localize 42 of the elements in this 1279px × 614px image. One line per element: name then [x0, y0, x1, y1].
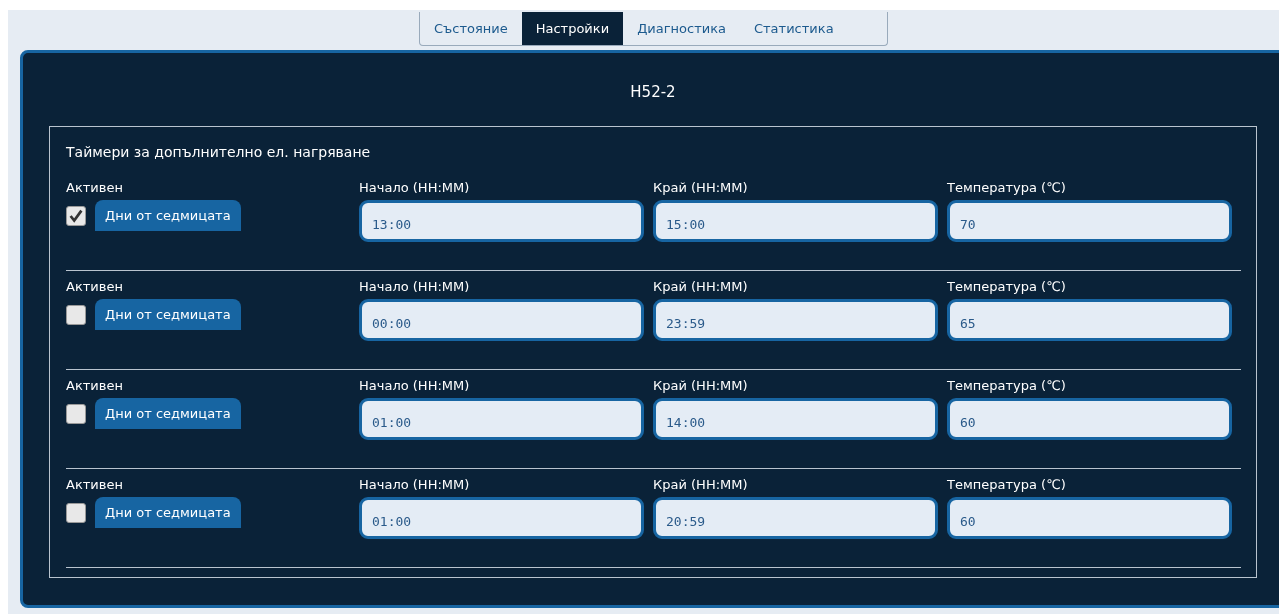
field-label: Температура (℃) — [947, 279, 1067, 296]
input-field[interactable]: 14:00 — [653, 398, 938, 440]
field-label: Край (HH:MM) — [653, 477, 749, 494]
input-field[interactable]: 23:59 — [653, 299, 938, 341]
tab[interactable]: Настройки — [521, 12, 624, 45]
days-button[interactable]: Дни от седмицата — [95, 200, 241, 231]
field-label: Температура (℃) — [947, 180, 1067, 197]
field-label: Край (HH:MM) — [653, 378, 749, 395]
days-button[interactable]: Дни от седмицата — [95, 398, 241, 429]
input-field[interactable]: 01:00 — [359, 497, 644, 539]
field-label: Начало (HH:MM) — [359, 477, 471, 494]
tab[interactable]: Диагностика — [623, 12, 740, 45]
input-field[interactable]: 65 — [947, 299, 1232, 341]
panel-title: H52-2 — [629, 83, 677, 101]
active-checkbox[interactable] — [66, 206, 86, 226]
field-label: Активен — [66, 378, 124, 395]
input-field[interactable]: 60 — [947, 398, 1232, 440]
days-button[interactable]: Дни от седмицата — [95, 299, 241, 330]
field-label: Активен — [66, 477, 124, 494]
field-label: Активен — [66, 279, 124, 296]
tab[interactable]: Статистика — [739, 12, 848, 45]
field-label: Край (HH:MM) — [653, 279, 749, 296]
field-label: Начало (HH:MM) — [359, 378, 471, 395]
section-title: Таймери за допълнително ел. нагряване — [66, 144, 372, 160]
input-field[interactable]: 01:00 — [359, 398, 644, 440]
input-field[interactable]: 15:00 — [653, 200, 938, 242]
input-field[interactable]: 13:00 — [359, 200, 644, 242]
tab[interactable]: Състояние — [420, 12, 522, 45]
field-label: Край (HH:MM) — [653, 180, 749, 197]
active-checkbox[interactable] — [66, 404, 86, 424]
field-label: Температура (℃) — [947, 378, 1067, 395]
input-field[interactable]: 60 — [947, 497, 1232, 539]
input-field[interactable]: 00:00 — [359, 299, 644, 341]
field-label: Активен — [66, 180, 124, 197]
days-button[interactable]: Дни от седмицата — [95, 497, 241, 528]
field-label: Температура (℃) — [947, 477, 1067, 494]
input-field[interactable]: 20:59 — [653, 497, 938, 539]
field-label: Начало (HH:MM) — [359, 279, 471, 296]
active-checkbox[interactable] — [66, 305, 86, 325]
field-label: Начало (HH:MM) — [359, 180, 471, 197]
active-checkbox[interactable] — [66, 503, 86, 523]
input-field[interactable]: 70 — [947, 200, 1232, 242]
